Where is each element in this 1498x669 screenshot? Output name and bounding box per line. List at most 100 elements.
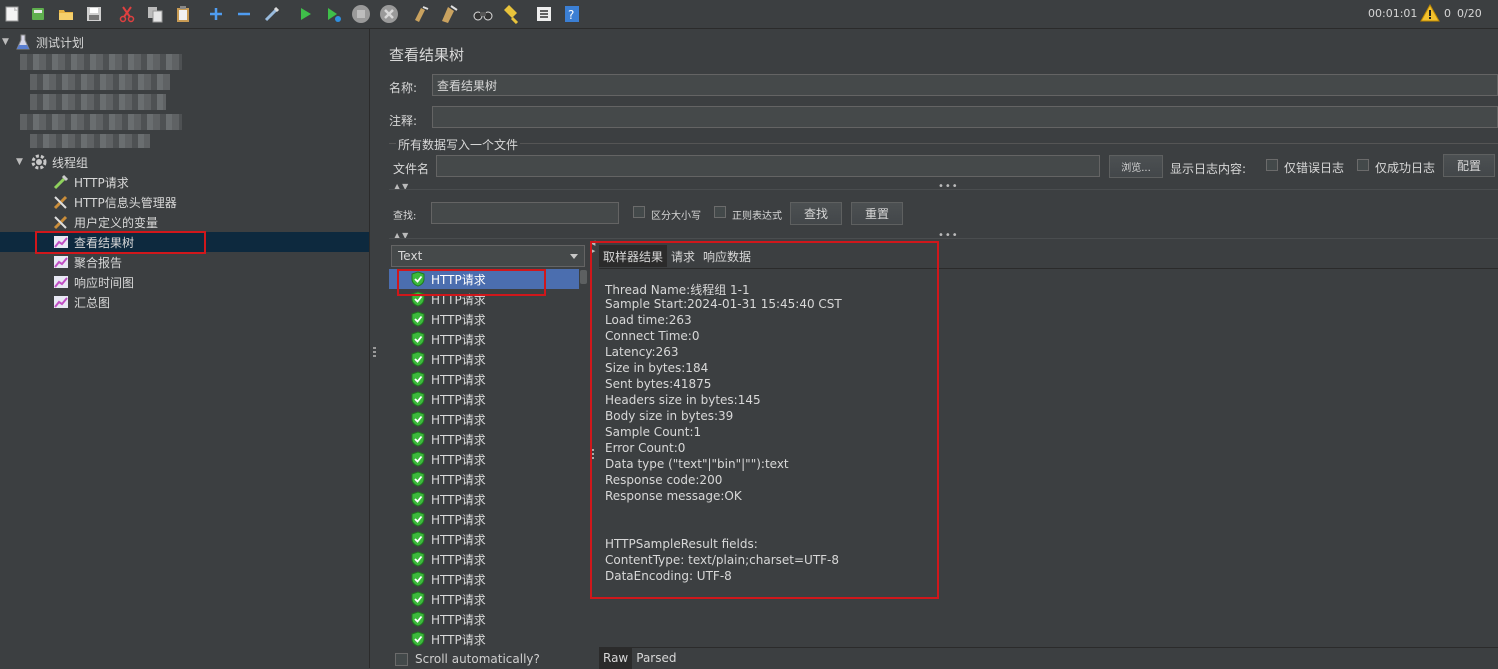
renderer-select[interactable]: Text: [391, 245, 585, 267]
start-no-pause-icon[interactable]: [322, 3, 344, 25]
warning-icon[interactable]: [1420, 3, 1440, 25]
search-icon[interactable]: [472, 3, 494, 25]
tree-item-label: HTTP请求: [74, 175, 129, 190]
result-list-item[interactable]: HTTP请求: [389, 409, 579, 429]
help-icon[interactable]: ?: [561, 3, 583, 25]
filename-field[interactable]: [436, 155, 1100, 177]
function-helper-icon[interactable]: [533, 3, 555, 25]
scroll-automatically-label: Scroll automatically?: [415, 652, 540, 666]
name-field[interactable]: [432, 74, 1498, 96]
tree-item-header-manager[interactable]: HTTP信息头管理器: [52, 192, 177, 212]
result-list-item[interactable]: HTTP请求: [389, 509, 579, 529]
tree-item-thread-group[interactable]: ▼ 线程组: [16, 152, 88, 172]
elapsed-timer: 00:01:01: [1368, 7, 1418, 20]
save-icon[interactable]: [83, 3, 105, 25]
find-button[interactable]: 查找: [790, 202, 842, 225]
stop-icon[interactable]: [350, 3, 372, 25]
result-list-item[interactable]: HTTP请求: [389, 349, 579, 369]
errors-only-checkbox[interactable]: [1266, 159, 1278, 171]
result-list-item[interactable]: HTTP请求: [389, 549, 579, 569]
result-list-item[interactable]: HTTP请求: [389, 329, 579, 349]
success-shield-icon: [411, 591, 425, 607]
result-item-label: HTTP请求: [431, 432, 486, 447]
chart-icon: [52, 273, 70, 291]
case-sensitive-checkbox[interactable]: [633, 206, 645, 218]
redacted-item: [30, 74, 170, 90]
toggle-icon[interactable]: [261, 3, 283, 25]
templates-icon[interactable]: [27, 3, 49, 25]
regex-checkbox[interactable]: [714, 206, 726, 218]
new-icon[interactable]: [1, 3, 23, 25]
result-list-item[interactable]: HTTP请求: [389, 389, 579, 409]
success-shield-icon: [411, 371, 425, 387]
clear-all-icon[interactable]: [438, 3, 460, 25]
result-list-item[interactable]: HTTP请求: [389, 569, 579, 589]
open-icon[interactable]: [55, 3, 77, 25]
cut-icon[interactable]: [116, 3, 138, 25]
tab-raw[interactable]: Raw: [599, 648, 633, 669]
result-list-item[interactable]: HTTP请求: [389, 469, 579, 489]
tree-item-response-time-graph[interactable]: 响应时间图: [52, 272, 134, 292]
shutdown-icon[interactable]: [378, 3, 400, 25]
result-list-item[interactable]: HTTP请求: [389, 449, 579, 469]
copy-icon[interactable]: [144, 3, 166, 25]
success-shield-icon: [411, 451, 425, 467]
collapse-arrow-icon[interactable]: ▼: [16, 157, 30, 167]
configure-button[interactable]: 配置: [1443, 154, 1495, 177]
splitter-grip-icon[interactable]: •••: [938, 181, 959, 192]
result-list-item[interactable]: HTTP请求: [389, 589, 579, 609]
test-plan-tree: ▼ 测试计划 ▼ 线程组 HTTP请求 HTTP信息头管理器 用户定义的变量 查…: [0, 29, 369, 668]
result-item-label: HTTP请求: [431, 552, 486, 567]
tree-item-label: 响应时间图: [74, 275, 135, 290]
scrollbar-thumb[interactable]: [580, 270, 587, 284]
tree-item-http-request[interactable]: HTTP请求: [52, 172, 129, 192]
success-only-checkbox[interactable]: [1357, 159, 1369, 171]
success-shield-icon: [411, 631, 425, 647]
chart-icon: [52, 253, 70, 271]
result-list-item[interactable]: HTTP请求: [389, 309, 579, 329]
tree-item-label: 用户定义的变量: [74, 215, 159, 230]
tree-item-test-plan[interactable]: ▼ 测试计划: [2, 32, 84, 52]
result-list-item[interactable]: HTTP请求: [389, 489, 579, 509]
search-label: 查找:: [393, 211, 417, 222]
search-field[interactable]: [431, 202, 619, 224]
result-item-label: HTTP请求: [431, 592, 486, 607]
log-content-label: 显示日志内容:: [1170, 162, 1247, 176]
result-item-label: HTTP请求: [431, 452, 486, 467]
filename-label: 文件名: [393, 162, 430, 176]
tree-item-user-variables[interactable]: 用户定义的变量: [52, 212, 158, 232]
scroll-automatically-option[interactable]: Scroll automatically?: [395, 652, 540, 666]
result-item-label: HTTP请求: [431, 312, 486, 327]
result-list-item[interactable]: HTTP请求: [389, 529, 579, 549]
file-section-label: 所有数据写入一个文件: [396, 136, 521, 153]
success-shield-icon: [411, 311, 425, 327]
tree-item-summary-graph[interactable]: 汇总图: [52, 292, 110, 312]
success-shield-icon: [411, 511, 425, 527]
result-list-item[interactable]: HTTP请求: [389, 429, 579, 449]
splitter-grip-icon[interactable]: •••: [938, 230, 959, 241]
sample-result-list[interactable]: HTTP请求 HTTP请求 HTTP请求 HTTP请求 HTTP请求 HTTP请求 HTTP…: [389, 269, 589, 651]
start-icon[interactable]: [294, 3, 316, 25]
result-item-label: HTTP请求: [431, 492, 486, 507]
collapse-icon[interactable]: [233, 3, 255, 25]
collapse-arrow-icon[interactable]: ▼: [2, 37, 14, 47]
list-scrollbar[interactable]: [579, 269, 588, 651]
page-title: 查看结果树: [389, 46, 465, 64]
comment-field[interactable]: [432, 106, 1498, 128]
scroll-automatically-checkbox[interactable]: [395, 652, 408, 666]
tree-item-aggregate-report[interactable]: 聚合报告: [52, 252, 122, 272]
result-list-item[interactable]: HTTP请求: [389, 629, 579, 649]
tree-item-label: 聚合报告: [74, 255, 123, 270]
reset-button[interactable]: 重置: [851, 202, 903, 225]
browse-button[interactable]: 浏览...: [1109, 155, 1163, 178]
active-thread-count: 0/20: [1457, 7, 1482, 20]
paste-icon[interactable]: [172, 3, 194, 25]
clear-icon[interactable]: [410, 3, 432, 25]
warning-count: 0: [1444, 7, 1451, 20]
result-list-item[interactable]: HTTP请求: [389, 369, 579, 389]
tab-parsed[interactable]: Parsed: [632, 648, 680, 669]
expand-icon[interactable]: [205, 3, 227, 25]
view-mode-tabs: Raw Parsed: [599, 647, 1498, 669]
reset-search-icon[interactable]: [500, 3, 522, 25]
result-list-item[interactable]: HTTP请求: [389, 609, 579, 629]
